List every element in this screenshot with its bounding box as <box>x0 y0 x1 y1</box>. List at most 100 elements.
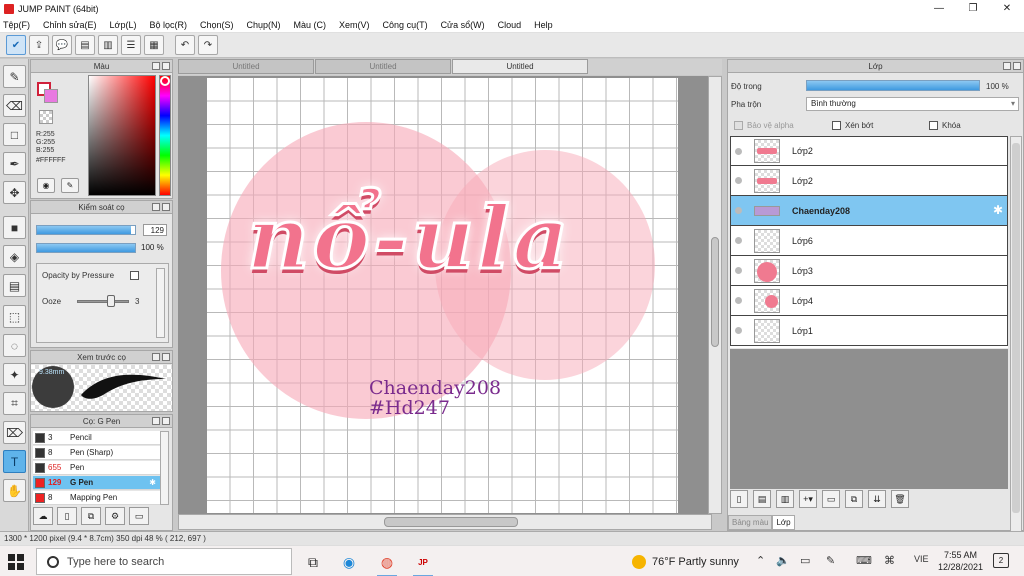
document-icon[interactable]: ▥ <box>98 35 118 55</box>
gear-icon[interactable]: ✱ <box>149 478 156 487</box>
brush-tool-icon[interactable]: ✎ <box>3 65 26 88</box>
eye-icon[interactable] <box>735 237 742 244</box>
select-pen-tool-icon[interactable]: ⌗ <box>3 392 26 415</box>
brush-item-pencil[interactable]: 3 Pencil <box>33 431 160 445</box>
copy-layer-icon[interactable]: ⧉ <box>845 490 863 508</box>
hscroll-thumb[interactable] <box>384 517 518 527</box>
menu-tools[interactable]: Công cụ(T) <box>383 20 428 30</box>
network-icon[interactable]: ▭ <box>800 554 810 567</box>
pen-tray-icon[interactable]: ✎ <box>826 554 835 567</box>
layer-row[interactable]: Lớp1 <box>730 316 1008 346</box>
folder-icon[interactable]: ▭ <box>129 507 149 525</box>
transparent-color-swatch[interactable] <box>39 110 53 124</box>
panel-close-icon[interactable] <box>162 203 170 211</box>
layer-opacity-slider[interactable] <box>806 80 980 91</box>
tab-palette[interactable]: Bảng màu <box>728 515 773 530</box>
menu-help[interactable]: Help <box>534 20 553 30</box>
rectangle-tool-icon[interactable]: □ <box>3 123 26 146</box>
artboard[interactable]: nổ-ula Chaenday208 #Hd247 <box>207 78 678 513</box>
move-tool-icon[interactable]: ✥ <box>3 181 26 204</box>
select-rect-tool-icon[interactable]: ⬚ <box>3 305 26 328</box>
chevron-up-icon[interactable]: ⌃ <box>756 554 765 567</box>
merge-layer-icon[interactable]: ⇊ <box>868 490 886 508</box>
panel-float-icon[interactable] <box>152 203 160 211</box>
new-halftone-layer-icon[interactable]: ▤ <box>753 490 771 508</box>
bucket-tool-icon[interactable]: ◈ <box>3 245 26 268</box>
menu-capture[interactable]: Chụp(N) <box>247 20 281 30</box>
menu-cloud[interactable]: Cloud <box>498 20 522 30</box>
vscroll-thumb[interactable] <box>711 237 719 347</box>
share-icon[interactable]: ⇪ <box>29 35 49 55</box>
clipping-checkbox[interactable] <box>832 121 841 130</box>
list-icon[interactable]: ☰ <box>121 35 141 55</box>
select-eraser-tool-icon[interactable]: ⌦ <box>3 421 26 444</box>
canvas-vertical-scrollbar[interactable] <box>708 76 722 514</box>
menu-file[interactable]: Tệp(F) <box>3 20 30 30</box>
lock-checkbox[interactable] <box>929 121 938 130</box>
ooze-slider[interactable] <box>77 300 129 303</box>
input-language[interactable]: VIE <box>914 554 929 564</box>
folder-icon[interactable]: ▭ <box>822 490 840 508</box>
task-view-icon[interactable]: ⧉ <box>302 551 324 573</box>
brush-settings-scrollbar[interactable] <box>156 268 165 338</box>
redo-icon[interactable]: ↷ <box>198 35 218 55</box>
notification-icon[interactable]: 2 <box>993 553 1009 568</box>
text-tool-icon[interactable]: T <box>3 450 26 473</box>
close-button[interactable]: ✕ <box>990 0 1024 17</box>
speaker-icon[interactable]: 🔈 <box>776 554 790 567</box>
panel-close-icon[interactable] <box>162 353 170 361</box>
panel-float-icon[interactable] <box>1003 62 1011 70</box>
layer-list-scrollbar[interactable] <box>1010 136 1022 534</box>
layer-row[interactable]: Lớp6 <box>730 226 1008 256</box>
eye-icon[interactable] <box>735 177 742 184</box>
undo-icon[interactable]: ↶ <box>175 35 195 55</box>
layer-row[interactable]: Lớp2 <box>730 166 1008 196</box>
canvas-horizontal-scrollbar[interactable] <box>178 514 712 530</box>
comment-icon[interactable]: ▤ <box>75 35 95 55</box>
new-layer-icon[interactable]: ▯ <box>730 490 748 508</box>
grid-icon[interactable]: ▦ <box>144 35 164 55</box>
panel-float-icon[interactable] <box>152 62 160 70</box>
hand-tool-icon[interactable]: ✋ <box>3 479 26 502</box>
new-text-layer-icon[interactable]: ▥ <box>776 490 794 508</box>
panel-close-icon[interactable] <box>162 62 170 70</box>
menu-select[interactable]: Chọn(S) <box>200 20 234 30</box>
brush-list-scrollbar[interactable] <box>160 431 169 505</box>
minimize-button[interactable]: — <box>922 0 956 17</box>
tab-untitled-1[interactable]: Untitled <box>178 59 314 74</box>
brush-item-pen[interactable]: 655 Pen <box>33 461 160 475</box>
new-brush-icon[interactable]: ▯ <box>57 507 77 525</box>
layer-row[interactable]: Lớp2 <box>730 136 1008 166</box>
brush-size-slider[interactable] <box>36 225 136 235</box>
menu-color[interactable]: Màu (C) <box>294 20 327 30</box>
panel-close-icon[interactable] <box>162 417 170 425</box>
menu-window[interactable]: Cửa sổ(W) <box>441 20 485 30</box>
check-icon[interactable]: ✔ <box>6 35 26 55</box>
menu-filter[interactable]: Bộ lọc(R) <box>149 20 187 30</box>
hue-knob[interactable] <box>160 76 170 86</box>
trash-icon[interactable]: 🗑 <box>891 490 909 508</box>
eye-icon[interactable] <box>735 207 742 214</box>
eye-icon[interactable] <box>735 147 742 155</box>
panel-float-icon[interactable] <box>152 353 160 361</box>
eyedropper-icon[interactable]: ✎ <box>61 178 79 193</box>
menu-layer[interactable]: Lớp(L) <box>110 20 137 30</box>
menu-edit[interactable]: Chỉnh sửa(E) <box>43 20 97 30</box>
copy-brush-icon[interactable]: ⧉ <box>81 507 101 525</box>
tab-layer[interactable]: Lớp <box>772 515 795 530</box>
menu-view[interactable]: Xem(V) <box>339 20 370 30</box>
windows-start-icon[interactable] <box>8 554 24 570</box>
background-color-swatch[interactable] <box>44 89 58 103</box>
ooze-slider-knob[interactable] <box>107 295 115 307</box>
tab-untitled-3[interactable]: Untitled <box>452 59 588 74</box>
saturation-value-picker[interactable] <box>88 75 156 196</box>
layer-row[interactable]: Lớp3 <box>730 256 1008 286</box>
panel-close-icon[interactable] <box>1013 62 1021 70</box>
lasso-tool-icon[interactable]: ◌ <box>3 334 26 357</box>
language-icon[interactable]: ⌘ <box>884 554 895 567</box>
brush-opacity-slider[interactable] <box>36 243 136 253</box>
keyboard-icon[interactable]: ⌨ <box>856 554 872 567</box>
brush-settings-icon[interactable]: ⚙ <box>105 507 125 525</box>
weather-widget[interactable]: 76°F Partly sunny <box>632 555 739 569</box>
chrome-browser-icon[interactable]: ◍ <box>376 551 398 576</box>
